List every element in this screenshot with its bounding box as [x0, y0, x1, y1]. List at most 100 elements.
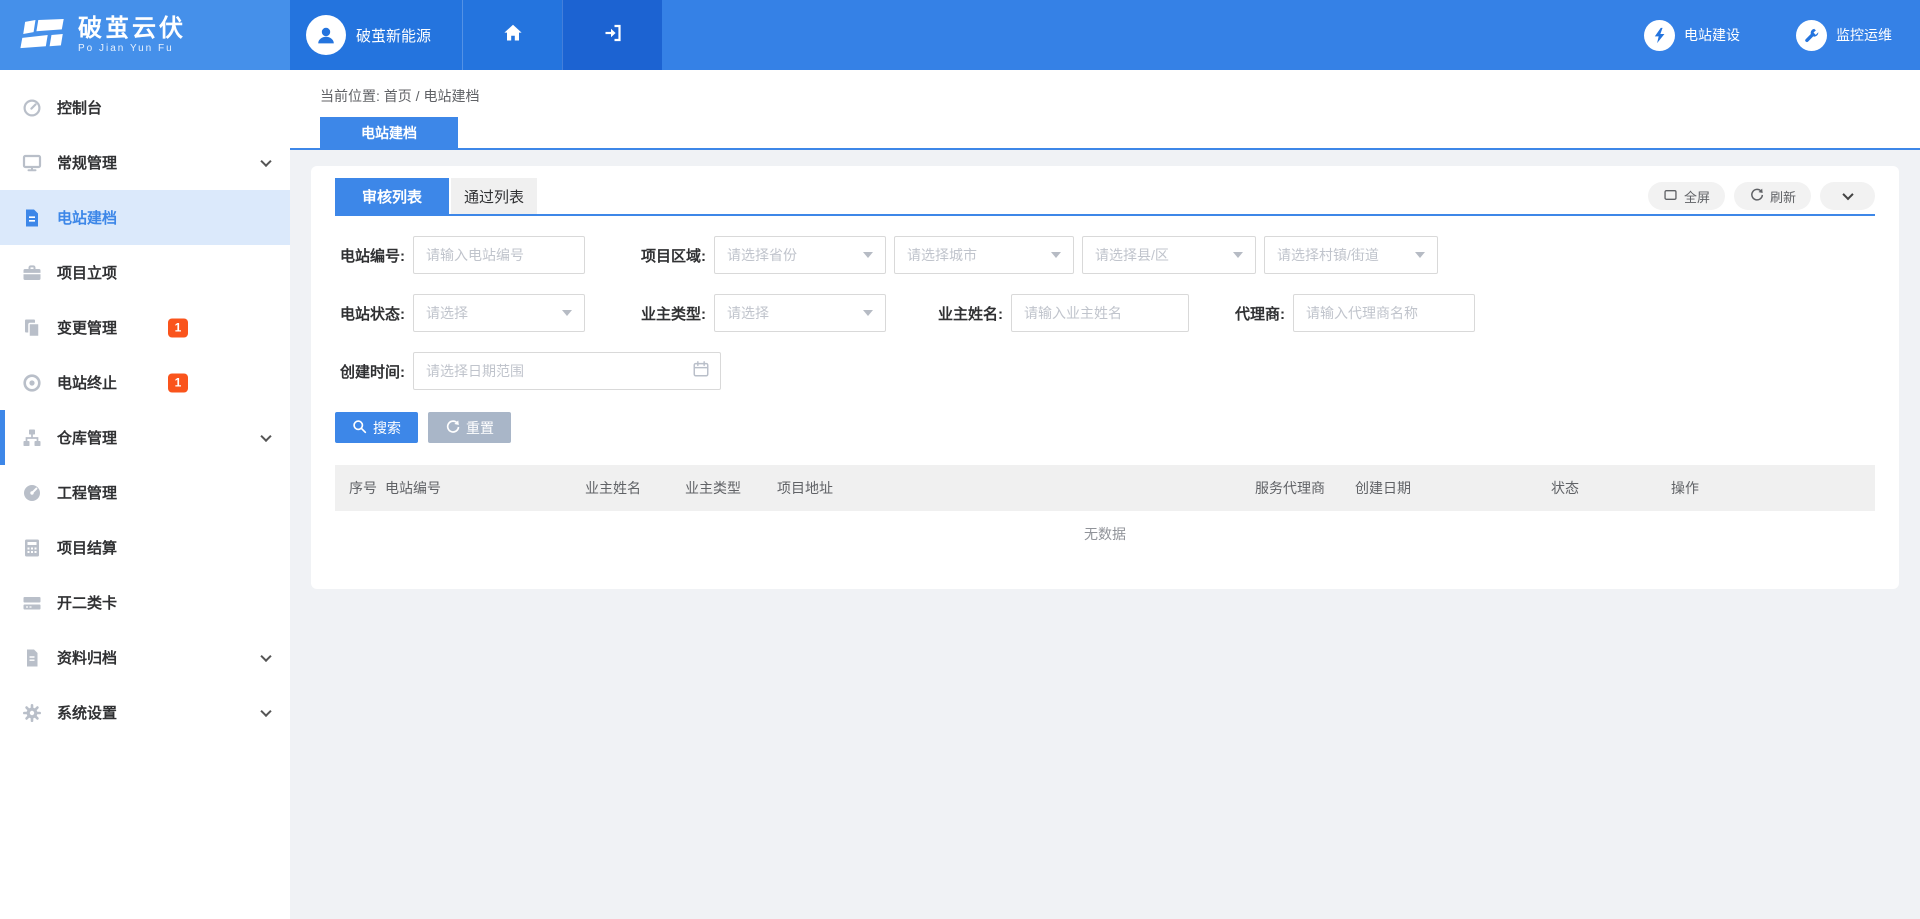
logout-button[interactable] — [562, 0, 662, 70]
dashboard-icon — [22, 98, 42, 118]
brand-text: 破茧云伏 Po Jian Yun Fu — [78, 16, 186, 54]
nav-monitor-ops[interactable]: 监控运维 — [1796, 20, 1892, 51]
station-status-placeholder: 请选择 — [426, 303, 468, 323]
filter-row-2: 电站状态: 请选择 业主类型: 请选择 业主姓名: 代理商: — [335, 294, 1875, 332]
search-button[interactable]: 搜索 — [335, 412, 418, 443]
panel-tabs-underline — [335, 214, 1875, 216]
tab-review-list[interactable]: 审核列表 — [335, 178, 449, 214]
caret-down-icon — [1051, 252, 1061, 258]
filter-row-1: 电站编号: 项目区域: 请选择省份 请选择城市 请选择县/区 — [335, 236, 1875, 274]
caret-down-icon — [562, 310, 572, 316]
brand-name: 破茧云伏 — [78, 16, 186, 41]
station-no-input[interactable] — [413, 236, 585, 274]
copy-icon — [22, 318, 42, 338]
owner-name-input[interactable] — [1011, 294, 1189, 332]
caret-down-icon — [863, 252, 873, 258]
col-project-address: 项目地址 — [777, 478, 1255, 498]
date-range-input[interactable] — [414, 354, 692, 388]
reset-icon — [445, 419, 460, 437]
exit-icon — [602, 23, 624, 48]
home-button[interactable] — [462, 0, 562, 70]
bolt-icon — [1644, 20, 1675, 51]
app-root: 破茧云伏 Po Jian Yun Fu 破茧新能源 — [0, 0, 1920, 919]
sidebar-item-label: 电站建档 — [57, 207, 117, 228]
sidebar: 控制台 常规管理 电站建档 — [0, 70, 290, 919]
chevron-down-icon — [260, 705, 271, 716]
sidebar-item-warehouse-mgmt[interactable]: 仓库管理 — [0, 410, 290, 465]
user-icon — [314, 23, 338, 47]
refresh-icon — [1749, 187, 1764, 205]
calendar-icon — [692, 360, 710, 383]
owner-name-label: 业主姓名: — [933, 303, 1003, 324]
create-time-label: 创建时间: — [335, 361, 405, 382]
sitemap-icon — [22, 428, 42, 448]
main-area: 当前位置: 首页 / 电站建档 电站建档 审核列表 通过列表 — [290, 70, 1920, 919]
col-status: 状态 — [1551, 478, 1671, 498]
gauge-icon — [22, 483, 42, 503]
collapse-button[interactable] — [1820, 182, 1875, 210]
company-name: 破茧新能源 — [356, 25, 431, 46]
panel-tabs: 审核列表 通过列表 — [335, 178, 537, 214]
province-select[interactable]: 请选择省份 — [714, 236, 886, 274]
chevron-down-icon — [260, 155, 271, 166]
station-no-label: 电站编号: — [335, 245, 405, 266]
refresh-button[interactable]: 刷新 — [1734, 182, 1811, 210]
document-icon — [22, 208, 42, 228]
wrench-icon — [1796, 20, 1827, 51]
sidebar-item-data-archive[interactable]: 资料归档 — [0, 630, 290, 685]
station-status-select[interactable]: 请选择 — [413, 294, 585, 332]
col-owner-type: 业主类型 — [685, 478, 777, 498]
calculator-icon — [22, 538, 42, 558]
sidebar-item-open-card[interactable]: 开二类卡 — [0, 575, 290, 630]
brand-logo-icon — [20, 19, 66, 51]
notification-badge: 1 — [168, 373, 188, 392]
breadcrumb-strip: 当前位置: 首页 / 电站建档 电站建档 — [290, 70, 1920, 148]
sidebar-item-general-mgmt[interactable]: 常规管理 — [0, 135, 290, 190]
sidebar-item-label: 变更管理 — [57, 317, 117, 338]
brand: 破茧云伏 Po Jian Yun Fu — [0, 0, 290, 70]
col-owner-name: 业主姓名 — [585, 478, 685, 498]
sidebar-item-station-archive[interactable]: 电站建档 — [0, 190, 290, 245]
sidebar-item-engineering-mgmt[interactable]: 工程管理 — [0, 465, 290, 520]
panel-header: 审核列表 通过列表 全屏 — [335, 178, 1875, 214]
owner-type-select[interactable]: 请选择 — [714, 294, 886, 332]
reset-button[interactable]: 重置 — [428, 412, 511, 443]
table-header: 序号 电站编号 业主姓名 业主类型 项目地址 服务代理商 创建日期 状态 操作 — [335, 465, 1875, 511]
date-range-field[interactable] — [413, 352, 721, 390]
sidebar-item-system-settings[interactable]: 系统设置 — [0, 685, 290, 740]
nav-station-build[interactable]: 电站建设 — [1644, 20, 1740, 51]
archive-icon — [22, 648, 42, 668]
province-select-placeholder: 请选择省份 — [727, 245, 797, 265]
agent-label: 代理商: — [1229, 303, 1285, 324]
search-label: 搜索 — [373, 418, 401, 438]
sidebar-item-change-mgmt[interactable]: 变更管理 1 — [0, 300, 290, 355]
sidebar-item-station-terminate[interactable]: 电站终止 1 — [0, 355, 290, 410]
monitor-icon — [22, 153, 42, 173]
tab-passed-list[interactable]: 通过列表 — [451, 178, 537, 214]
nav-station-build-label: 电站建设 — [1684, 25, 1740, 45]
results-table: 序号 电站编号 业主姓名 业主类型 项目地址 服务代理商 创建日期 状态 操作 … — [335, 465, 1875, 557]
sidebar-item-project-init[interactable]: 项目立项 — [0, 245, 290, 300]
sidebar-item-console[interactable]: 控制台 — [0, 80, 290, 135]
county-select[interactable]: 请选择县/区 — [1082, 236, 1256, 274]
agent-input[interactable] — [1293, 294, 1475, 332]
fullscreen-button[interactable]: 全屏 — [1648, 182, 1725, 210]
gear-icon — [22, 703, 42, 723]
city-select[interactable]: 请选择城市 — [894, 236, 1074, 274]
owner-type-label: 业主类型: — [636, 303, 706, 324]
user-menu[interactable]: 破茧新能源 — [290, 0, 462, 70]
chevron-down-icon — [260, 430, 271, 441]
sidebar-item-project-settlement[interactable]: 项目结算 — [0, 520, 290, 575]
brand-subtitle: Po Jian Yun Fu — [78, 43, 186, 54]
topbar-actions: 电站建设 监控运维 — [1644, 0, 1892, 70]
town-select[interactable]: 请选择村镇/街道 — [1264, 236, 1438, 274]
caret-down-icon — [863, 310, 873, 316]
reset-label: 重置 — [466, 418, 494, 438]
sidebar-item-label: 常规管理 — [57, 152, 117, 173]
breadcrumb-path[interactable]: 首页 / 电站建档 — [384, 88, 480, 104]
page-tab-station-archive[interactable]: 电站建档 — [320, 117, 458, 148]
nav-monitor-ops-label: 监控运维 — [1836, 25, 1892, 45]
empty-state: 无数据 — [335, 511, 1875, 557]
sidebar-item-label: 项目立项 — [57, 262, 117, 283]
caret-down-icon — [1415, 252, 1425, 258]
